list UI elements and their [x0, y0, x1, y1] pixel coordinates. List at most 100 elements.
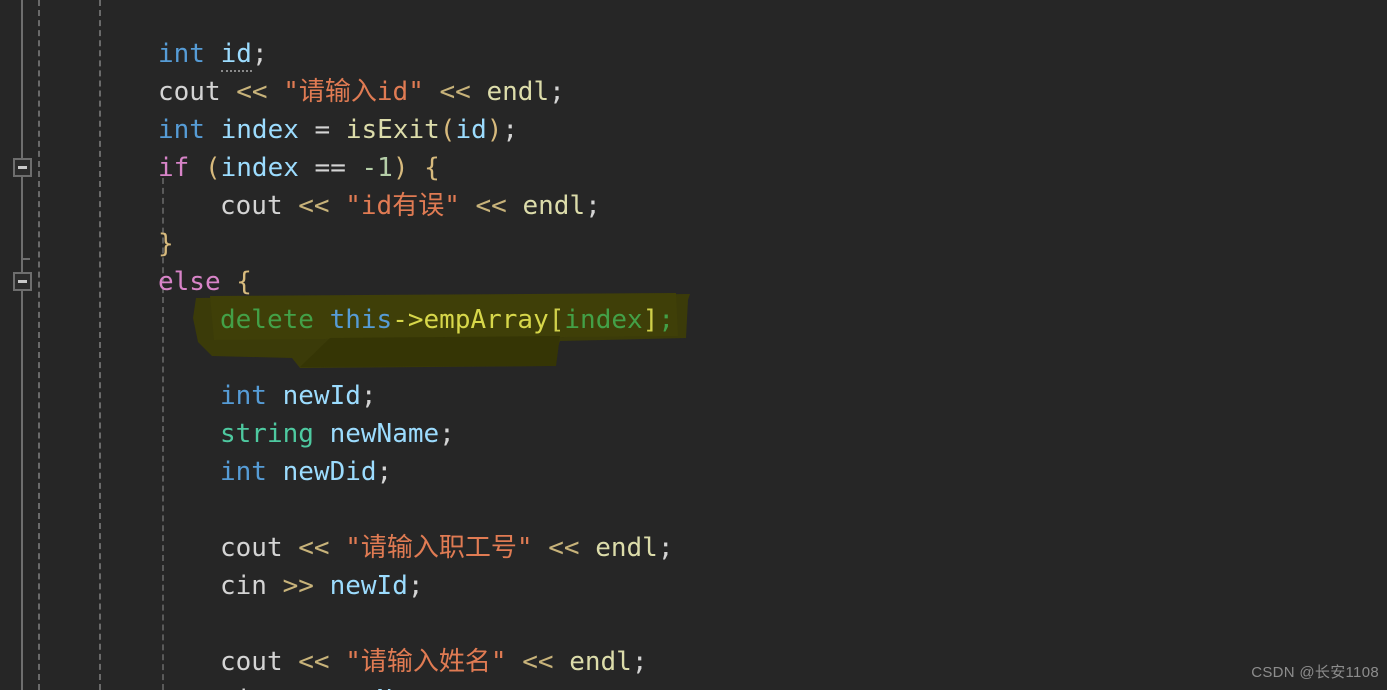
code-token: endl	[569, 647, 632, 677]
code-token: ]	[642, 305, 659, 335]
code-token: )	[486, 115, 503, 145]
code-token: ;	[251, 39, 268, 69]
code-line[interactable]: int id;	[158, 35, 268, 73]
code-token: newDid	[266, 457, 377, 487]
code-token: "请输入职工号"	[345, 533, 533, 563]
code-token: int	[158, 115, 205, 145]
code-token: empArray	[423, 305, 549, 335]
code-token: )	[392, 153, 409, 183]
code-token: newName	[330, 685, 440, 690]
code-token: "请输入姓名"	[345, 647, 507, 677]
code-token: >>	[283, 685, 314, 690]
code-token: index	[204, 115, 315, 145]
code-token: ;	[657, 533, 674, 563]
code-token: index	[220, 153, 299, 183]
code-line[interactable]: cin >> newName;	[220, 681, 455, 690]
code-token: -1	[361, 153, 393, 183]
code-token: ;	[585, 191, 601, 221]
code-line[interactable]: delete this->empArray[index];	[220, 301, 674, 339]
code-line[interactable]: }	[158, 225, 174, 263]
code-token: <<	[236, 77, 268, 107]
code-token: <<	[298, 191, 330, 221]
code-token: <<	[475, 191, 507, 221]
code-token: ;	[376, 457, 393, 487]
code-line[interactable]: cout << "请输入姓名" << endl;	[220, 643, 647, 681]
code-line[interactable]: string newName;	[220, 415, 455, 453]
code-token: <<	[298, 647, 330, 677]
code-line[interactable]: cout << "请输入职工号" << endl;	[220, 529, 673, 567]
code-content[interactable]: int id; cout << "请输入id" << endl; int index…	[0, 0, 1387, 690]
code-line[interactable]: cout << "id有误" << endl;	[220, 187, 601, 225]
code-token: int	[220, 381, 267, 411]
code-token: int	[220, 457, 267, 487]
code-token: [	[548, 305, 565, 335]
code-token: newName	[313, 419, 440, 449]
code-editor-screenshot: int id; cout << "请输入id" << endl; int index…	[0, 0, 1387, 690]
code-line[interactable]: cout << "请输入id" << endl;	[158, 73, 565, 111]
code-token: "id有误"	[345, 191, 460, 221]
code-line[interactable]: int newDid;	[220, 453, 392, 491]
code-token: ;	[360, 381, 377, 411]
code-line[interactable]: else {	[158, 263, 252, 301]
code-token: else	[158, 267, 221, 297]
code-token: ;	[549, 77, 565, 107]
code-token: cout	[220, 533, 283, 563]
code-token: newId	[329, 571, 408, 601]
code-token: ->	[392, 305, 424, 335]
code-token: newId	[266, 381, 361, 411]
code-token: endl	[522, 191, 586, 221]
code-token: int	[158, 39, 205, 69]
code-token: this	[329, 305, 393, 335]
code-token: <<	[548, 533, 580, 563]
code-token: ;	[407, 571, 424, 601]
code-token: if	[158, 153, 190, 183]
code-token: ;	[439, 419, 455, 449]
code-token: }	[158, 229, 174, 259]
code-token: endl	[486, 77, 550, 107]
code-token: ;	[631, 647, 648, 677]
code-token: index	[564, 305, 643, 335]
code-token: endl	[595, 533, 658, 563]
code-line[interactable]: if (index == -1) {	[158, 149, 440, 187]
code-token: >>	[282, 571, 314, 601]
code-token: ;	[439, 685, 455, 690]
code-token: cout	[158, 77, 221, 107]
code-token: id	[455, 115, 487, 145]
code-token: "请输入id"	[283, 77, 424, 107]
code-token: {	[424, 153, 440, 183]
code-token: cout	[220, 647, 283, 677]
code-line[interactable]: int index = isExit(id);	[158, 111, 518, 149]
code-line[interactable]: int newId;	[220, 377, 377, 415]
code-token: isExit	[345, 115, 440, 145]
code-token: <<	[522, 647, 554, 677]
code-token: (	[204, 153, 221, 183]
code-token: ;	[658, 305, 674, 335]
code-line[interactable]: cin >> newId;	[220, 567, 424, 605]
code-token: <<	[298, 533, 330, 563]
code-token: <<	[439, 77, 471, 107]
code-token: cin	[220, 685, 267, 690]
